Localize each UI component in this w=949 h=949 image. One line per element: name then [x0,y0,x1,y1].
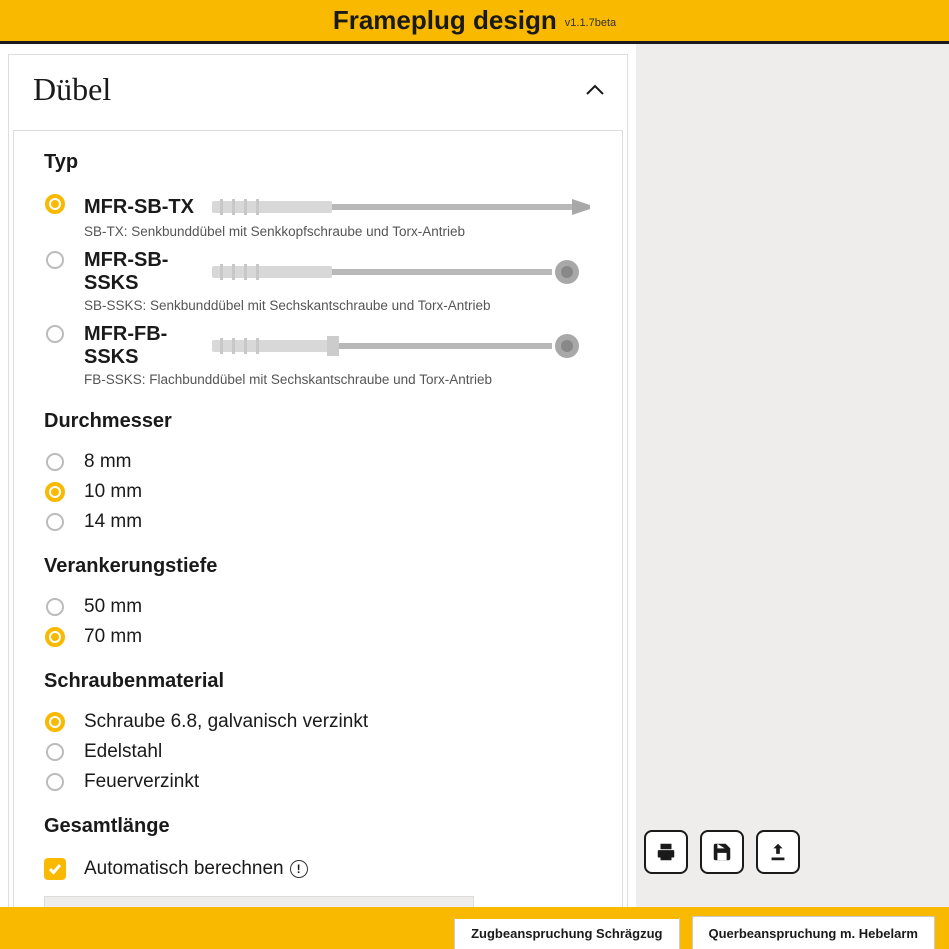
radio-label: 8 mm [84,451,132,473]
footer-tabs: Zugbeanspruchung Schrägzug Querbeanspruc… [0,907,949,949]
accordion-title: Dübel [33,71,111,108]
radio-label: 14 mm [84,511,142,533]
radio-material-edelstahl[interactable]: Edelstahl [44,737,592,767]
print-button[interactable] [644,830,688,874]
section-label-gesamtlaenge: Gesamtlänge [44,815,592,838]
radio-desc: SB-TX: Senkbunddübel mit Senkkopfschraub… [84,224,592,239]
radio-typ-mfr-sb-ssks[interactable]: MFR-SB-SSKS SB-SSKS: Senkbunddübel [44,244,592,318]
radio-verankerung-70[interactable]: 70 mm [44,622,592,652]
checkbox-auto-berechnen[interactable]: Automatisch berechnen ! [44,852,592,886]
radio-desc: FB-SSKS: Flachbunddübel mit Sechskantsch… [84,372,592,387]
radio-title: MFR-SB-SSKS [84,249,194,295]
radio-typ-mfr-sb-tx[interactable]: MFR-SB-TX SB-TX: Senkbunddübel mit [44,188,592,244]
radio-label: 70 mm [84,626,142,648]
app-title: Frameplug design [333,5,557,36]
tab-label: Querbeanspruchung m. Hebelarm [709,926,919,941]
anchor-illustration-icon [212,193,592,221]
radio-title: MFR-FB-SSKS [84,323,194,369]
checkbox-checked-icon [44,858,66,880]
radio-durchmesser-14[interactable]: 14 mm [44,507,592,537]
config-panel: Dübel Typ MFR-SB-TX [0,44,636,946]
radio-durchmesser-8[interactable]: 8 mm [44,447,592,477]
section-label-verankerungstiefe: Verankerungstiefe [44,555,592,578]
info-icon[interactable]: ! [290,860,308,878]
save-button[interactable] [700,830,744,874]
section-label-durchmesser: Durchmesser [44,410,592,433]
radio-title: MFR-SB-TX [84,196,194,219]
radio-material-feuerverzinkt[interactable]: Feuerverzinkt [44,767,592,797]
app-version: v1.1.7beta [565,17,616,29]
radio-typ-mfr-fb-ssks[interactable]: MFR-FB-SSKS FB-S [44,318,592,392]
radio-label: Feuerverzinkt [84,771,199,793]
radio-label: 50 mm [84,596,142,618]
chevron-up-icon [583,78,607,102]
checkbox-label: Automatisch berechnen [84,858,284,880]
section-label-schraubenmaterial: Schraubenmaterial [44,670,592,693]
radio-material-galvanisch[interactable]: Schraube 6.8, galvanisch verzinkt [44,707,592,737]
section-label-typ: Typ [44,151,592,174]
accordion-header-duebel[interactable]: Dübel [9,55,627,122]
radio-label: 10 mm [84,481,142,503]
tab-zugbeanspruchung[interactable]: Zugbeanspruchung Schrägzug [454,916,679,949]
preview-panel [636,44,949,946]
anchor-illustration-icon [212,332,592,360]
anchor-illustration-icon [212,258,592,286]
tab-label: Zugbeanspruchung Schrägzug [471,926,662,941]
radio-durchmesser-10[interactable]: 10 mm [44,477,592,507]
radio-verankerung-50[interactable]: 50 mm [44,592,592,622]
export-button[interactable] [756,830,800,874]
radio-desc: SB-SSKS: Senkbunddübel mit Sechskantschr… [84,298,592,313]
radio-label: Edelstahl [84,741,162,763]
tab-querbeanspruchung[interactable]: Querbeanspruchung m. Hebelarm [692,916,936,949]
radio-label: Schraube 6.8, galvanisch verzinkt [84,711,368,733]
app-header: Frameplug design v1.1.7beta [0,0,949,44]
